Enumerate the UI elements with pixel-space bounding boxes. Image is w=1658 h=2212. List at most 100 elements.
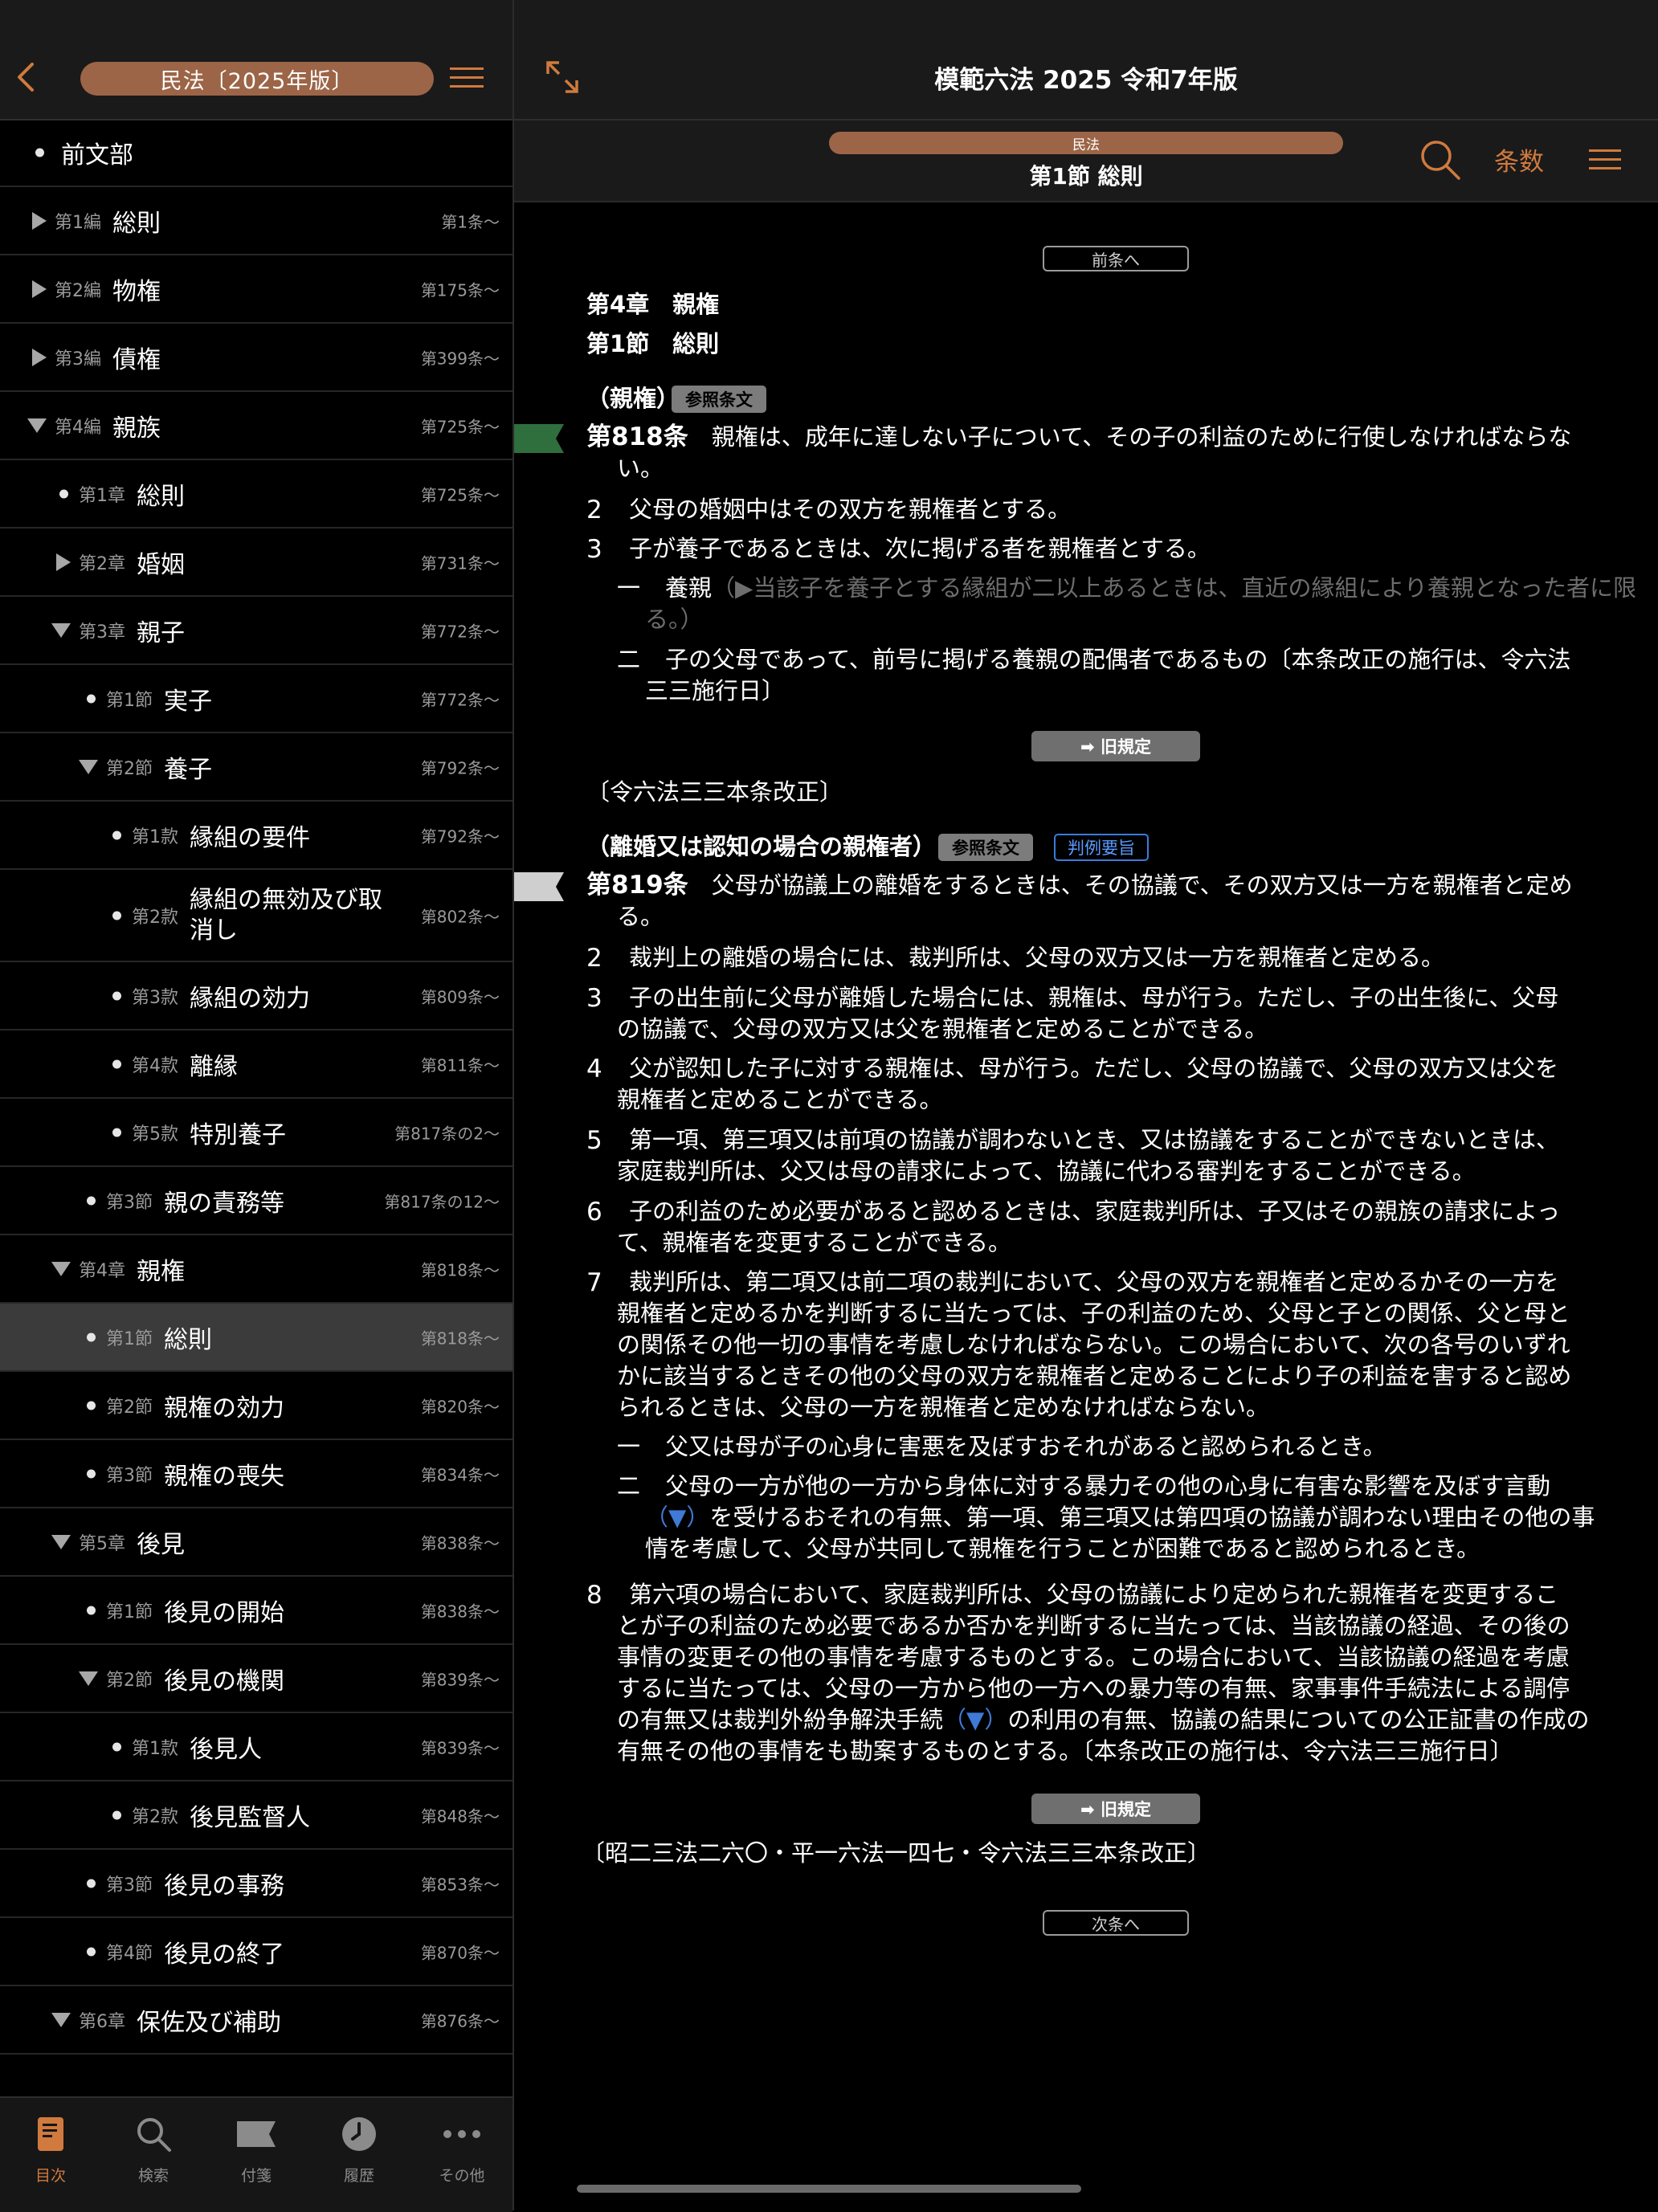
article-819-p8b: とが子の利益のため必要であるか否かを判断するに当たっては、当該協議の経過、その後… (617, 1612, 1570, 1639)
article-819-p7a: 裁判所は、第二項又は前二項の裁判において、父母の双方を親権者と定めるかその一方を (629, 1268, 1559, 1296)
sidebar-item[interactable]: 第1章 総則 第725条〜 (0, 460, 513, 529)
sidebar-item[interactable]: 第3節 後見の事務 第853条〜 (0, 1850, 513, 1918)
sidebar-item[interactable]: 第4款 離縁 第811条〜 (0, 1030, 513, 1099)
old-rule-button[interactable]: ➡ 旧規定 (1031, 1794, 1200, 1824)
sidebar-item[interactable]: 第2節 後見の機関 第839条〜 (0, 1645, 513, 1713)
expand-note-mark[interactable]: （▼） (943, 1706, 1007, 1733)
article-818-p3: 子が養子であるときは、次に掲げる者を親権者とする。 (629, 535, 1211, 562)
tab-more[interactable]: その他 (422, 2109, 502, 2185)
sidebar-item[interactable]: 第3編 債権 第399条〜 (0, 324, 513, 392)
sidebar-item[interactable]: 前文部 (0, 119, 513, 187)
toc-article-range: 第802条〜 (420, 907, 500, 926)
toc-title: 婚姻 (137, 550, 185, 579)
toc-article-range: 第175条〜 (420, 280, 500, 300)
sidebar-item[interactable]: 第1款 縁組の要件 第792条〜 (0, 802, 513, 870)
section-title: 第1節 総則 (1029, 163, 1143, 190)
paragraph-number: 3 (586, 535, 602, 564)
toc-article-range: 第870条〜 (420, 1943, 500, 1962)
disclosure-down-icon[interactable] (51, 2012, 71, 2027)
sidebar-item[interactable]: 第4編 親族 第725条〜 (0, 392, 513, 460)
disclosure-down-icon[interactable] (51, 1261, 71, 1276)
sidebar-item[interactable]: 第6章 保佐及び補助 第876条〜 (0, 1986, 513, 2055)
sidebar-item[interactable]: 第5章 後見 第838条〜 (0, 1508, 513, 1577)
toc-title: 債権 (112, 345, 161, 374)
sidebar-item[interactable]: 第3節 親権の喪失 第834条〜 (0, 1440, 513, 1508)
prev-article-button[interactable]: 前条へ (1043, 246, 1189, 271)
bullet-icon (112, 1059, 121, 1068)
sidebar-item[interactable]: 第2節 養子 第792条〜 (0, 733, 513, 802)
back-chevron-icon[interactable] (11, 58, 39, 96)
reference-tag[interactable]: 参照条文 (938, 834, 1033, 861)
law-name-pill[interactable]: 民法 (829, 132, 1343, 154)
bullet-icon (87, 1947, 96, 1956)
disclosure-right-icon[interactable] (32, 280, 47, 298)
case-summary-tag[interactable]: 判例要旨 (1054, 834, 1149, 861)
disclosure-down-icon[interactable] (51, 1534, 71, 1549)
sidebar-item[interactable]: 第1款 後見人 第839条〜 (0, 1713, 513, 1781)
sidebar-item[interactable]: 第4章 親権 第818条〜 (0, 1235, 513, 1304)
sidebar-item[interactable]: 第2節 親権の効力 第820条〜 (0, 1372, 513, 1440)
search-icon[interactable] (1419, 138, 1462, 182)
sidebar-item[interactable]: 第1節 総則 第818条〜 (0, 1304, 513, 1372)
toc-level-label: 第1節 (106, 1602, 153, 1622)
expand-note-mark[interactable]: （▼） (645, 1504, 709, 1531)
bookmark-green-icon[interactable] (514, 424, 564, 453)
sidebar-item[interactable]: 第2款 縁組の無効及び取消し 第802条〜 (0, 870, 513, 962)
bullet-icon (87, 1196, 96, 1205)
article-819-item-2b: （▼）を受けるおそれの有無、第一項、第三項又は第四項の協議が調わない理由その他の… (645, 1502, 1595, 1533)
sidebar-item[interactable]: 第1節 実子 第772条〜 (0, 665, 513, 733)
sidebar-item[interactable]: 第2款 後見監督人 第848条〜 (0, 1781, 513, 1850)
disclosure-down-icon[interactable] (79, 1671, 98, 1686)
sidebar-menu-icon[interactable] (448, 66, 485, 90)
home-indicator[interactable] (577, 2185, 1081, 2193)
disclosure-right-icon[interactable] (32, 348, 47, 366)
toc-title: 親族 (112, 414, 161, 443)
toc-title: 後見の開始 (164, 1598, 284, 1627)
old-rule-button[interactable]: ➡ 旧規定 (1031, 731, 1200, 761)
article-819-p7e: られるときは、父母の一方を親権者と定めなければならない。 (617, 1394, 1270, 1421)
item-number: 一 (617, 1433, 641, 1460)
disclosure-down-icon[interactable] (27, 418, 47, 433)
sidebar-item[interactable]: 第3章 親子 第772条〜 (0, 597, 513, 665)
sidebar-item[interactable]: 第3款 縁組の効力 第809条〜 (0, 962, 513, 1030)
bullet-icon (87, 1879, 96, 1888)
disclosure-down-icon[interactable] (51, 622, 71, 638)
tab-search[interactable]: 検索 (113, 2109, 194, 2185)
article-819-p1a: 父母が協議上の離婚をするときは、その協議で、その双方又は一方を親権者と定め (711, 871, 1573, 899)
article-819-p7d: かに該当するときその他の父母の双方を親権者と定めることにより子の利益を害すると認… (617, 1362, 1572, 1390)
bullet-icon (87, 694, 96, 703)
tab-more-label: その他 (439, 2167, 485, 2185)
tab-toc[interactable]: 目次 (10, 2109, 91, 2185)
bookmark-gray-icon[interactable] (514, 872, 564, 901)
sidebar-item[interactable]: 第3節 親の責務等 第817条の12〜 (0, 1167, 513, 1235)
disclosure-down-icon[interactable] (79, 759, 98, 774)
toc-level-label: 第4章 (79, 1260, 125, 1281)
article-818-p1b: い。 (617, 455, 664, 482)
articles-jump-button[interactable]: 条数 (1494, 141, 1544, 178)
disclosure-right-icon[interactable] (56, 553, 71, 571)
search-icon (137, 2118, 171, 2152)
main-pane: 模範六法 2025 令和7年版 民法 第1節 総則 条数 前条へ 第4章 親権 … (514, 0, 1658, 2210)
item-note-a[interactable]: （▶当該子を養子とする縁組が二以上あるときは、直近の縁組により養親となった者に限 (712, 574, 1636, 602)
paragraph-number: 8 (586, 1581, 602, 1610)
toc-article-range: 第399条〜 (420, 349, 500, 368)
sidebar-item[interactable]: 第5款 特別養子 第817条の2〜 (0, 1099, 513, 1167)
toc-level-label: 第4編 (55, 417, 101, 438)
sidebar-item[interactable]: 第2編 物権 第175条〜 (0, 255, 513, 324)
sidebar-item[interactable]: 第2章 婚姻 第731条〜 (0, 529, 513, 597)
toc-level-label: 第3節 (106, 1875, 153, 1896)
tab-tags[interactable]: 付箋 (216, 2109, 296, 2185)
sidebar-item[interactable]: 第4節 後見の終了 第870条〜 (0, 1918, 513, 1986)
reference-tag[interactable]: 参照条文 (672, 386, 766, 413)
disclosure-right-icon[interactable] (32, 211, 47, 230)
sidebar-item[interactable]: 第1節 後見の開始 第838条〜 (0, 1577, 513, 1645)
toc-title: 実子 (164, 687, 212, 716)
article-caption: （離婚又は認知の場合の親権者） (586, 833, 937, 860)
main-menu-icon[interactable] (1587, 148, 1623, 172)
item-label: 養親 (665, 574, 713, 602)
book-title-pill[interactable]: 民法〔2025年版〕 (80, 62, 434, 96)
tab-history[interactable]: 履歴 (319, 2109, 399, 2185)
next-article-button[interactable]: 次条へ (1043, 1910, 1189, 1936)
article-819-p8d: するに当たっては、父母の一方から他の一方への暴力等の有無、家事事件手続法による調… (617, 1675, 1570, 1702)
sidebar-item[interactable]: 第1編 総則 第1条〜 (0, 187, 513, 255)
